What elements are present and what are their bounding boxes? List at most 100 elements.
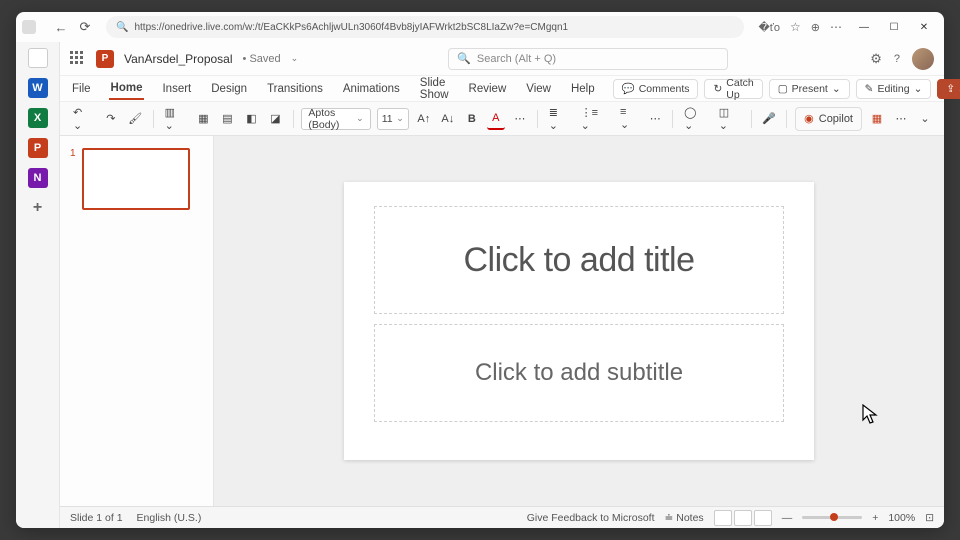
address-bar[interactable]: 🔍 https://onedrive.live.com/w:/t/EaCKkPs… <box>106 16 744 38</box>
collections-icon[interactable]: ⊕ <box>811 21 820 34</box>
copilot-button[interactable]: ◉Copilot <box>795 107 862 131</box>
redo-button[interactable]: ↷ <box>102 108 120 130</box>
font-color-button[interactable]: A <box>487 108 505 130</box>
share-button[interactable]: ⇪ Share ⌄ <box>937 79 960 99</box>
rail-powerpoint-icon[interactable]: P <box>28 138 48 158</box>
editing-button[interactable]: ✎ Editing ⌄ <box>856 79 932 99</box>
undo-button[interactable]: ↶ ⌄ <box>70 108 96 130</box>
shrink-font-icon[interactable]: A↓ <box>439 108 457 130</box>
reuse-button[interactable]: ◧ <box>243 108 261 130</box>
collapse-ribbon-icon[interactable]: ⌄ <box>916 108 934 130</box>
zoom-slider[interactable] <box>802 516 862 519</box>
tab-view[interactable]: View <box>524 79 553 99</box>
app-content: P VanArsdel_Proposal • Saved ⌄ 🔍 Search … <box>60 42 944 528</box>
sorter-view-button[interactable] <box>734 510 752 526</box>
dictate-button[interactable]: 🎤 <box>760 108 779 130</box>
tab-insert[interactable]: Insert <box>160 79 193 99</box>
slide-number: 1 <box>70 148 76 210</box>
search-input[interactable]: 🔍 Search (Alt + Q) <box>448 48 728 70</box>
fit-button[interactable]: ⊡ <box>925 512 934 524</box>
comments-button[interactable]: 💬 Comments <box>613 79 699 99</box>
catchup-button[interactable]: ↻ Catch Up <box>704 79 762 99</box>
title-placeholder[interactable]: Click to add title <box>374 206 784 314</box>
slide[interactable]: Click to add title Click to add subtitle <box>344 182 814 460</box>
rail-word-icon[interactable]: W <box>28 78 48 98</box>
help-icon[interactable]: ? <box>894 53 900 65</box>
new-slide-button[interactable]: ▥ ⌄ <box>162 108 189 130</box>
toolbar-more-icon[interactable]: ⋯ <box>892 108 910 130</box>
section-button[interactable]: ▤ <box>219 108 237 130</box>
tab-file[interactable]: File <box>70 79 93 99</box>
reader-icon[interactable]: �ťo <box>758 21 780 34</box>
zoom-level[interactable]: 100% <box>888 512 915 524</box>
app-window: ← ⟳ 🔍 https://onedrive.live.com/w:/t/EaC… <box>16 12 944 528</box>
rail-home-icon[interactable] <box>28 48 48 68</box>
shapes-button[interactable]: ◯ ⌄ <box>681 108 710 130</box>
rail-onenote-icon[interactable]: N <box>28 168 48 188</box>
numbering-button[interactable]: ⋮≡ ⌄ <box>578 108 611 130</box>
editor-area: 1 Click to add title Click to add subtit… <box>60 136 944 506</box>
header-right: ⚙ ? <box>870 48 934 70</box>
copilot-icon: ◉ <box>804 112 814 125</box>
refresh-icon[interactable]: ⟳ <box>78 20 92 34</box>
language-status[interactable]: English (U.S.) <box>137 512 202 524</box>
thumbnail-pane[interactable]: 1 <box>60 136 214 506</box>
tab-help[interactable]: Help <box>569 79 597 99</box>
align-button[interactable]: ≡ ⌄ <box>617 108 640 130</box>
app-header: P VanArsdel_Proposal • Saved ⌄ 🔍 Search … <box>60 42 944 76</box>
tab-review[interactable]: Review <box>467 79 509 99</box>
arrange-button[interactable]: ◫ ⌄ <box>716 108 743 130</box>
settings-icon[interactable]: ⚙ <box>870 51 882 67</box>
designer-button[interactable]: ▦ <box>868 108 886 130</box>
font-selector[interactable]: Aptos (Body)⌄ <box>301 108 370 130</box>
chevron-down-icon[interactable]: ⌄ <box>291 53 299 64</box>
grow-font-icon[interactable]: A↑ <box>415 108 433 130</box>
notes-button[interactable]: ≐ Notes <box>665 512 704 524</box>
tab-home[interactable]: Home <box>109 78 145 100</box>
mouse-cursor-icon <box>862 404 880 426</box>
subtitle-placeholder[interactable]: Click to add subtitle <box>374 324 784 422</box>
reading-view-button[interactable] <box>754 510 772 526</box>
font-more-icon[interactable]: ⋯ <box>511 108 529 130</box>
format-painter-icon[interactable]: 🖌 <box>126 108 145 130</box>
cameo-button[interactable]: ◪ <box>267 108 285 130</box>
close-button[interactable]: ✕ <box>910 16 938 38</box>
minimize-button[interactable]: — <box>850 16 878 38</box>
slide-canvas[interactable]: Click to add title Click to add subtitle <box>214 136 944 506</box>
layout-button[interactable]: ▦ <box>195 108 213 130</box>
para-more-icon[interactable]: ⋯ <box>646 108 664 130</box>
powerpoint-icon: P <box>96 50 114 68</box>
browser-nav: ← ⟳ <box>54 20 92 34</box>
document-name[interactable]: VanArsdel_Proposal <box>124 52 233 66</box>
bold-button[interactable]: B <box>463 108 481 130</box>
browser-titlebar: ← ⟳ 🔍 https://onedrive.live.com/w:/t/EaC… <box>16 12 944 42</box>
browser-tab-strip <box>22 20 36 34</box>
more-icon[interactable]: ⋯ <box>830 20 842 34</box>
search-placeholder: Search (Alt + Q) <box>477 53 556 65</box>
back-icon[interactable]: ← <box>54 20 68 34</box>
tab-animations[interactable]: Animations <box>341 79 402 99</box>
tab-design[interactable]: Design <box>209 79 249 99</box>
normal-view-button[interactable] <box>714 510 732 526</box>
favorite-icon[interactable]: ☆ <box>790 20 801 34</box>
slide-thumbnail[interactable] <box>82 148 190 210</box>
slide-counter[interactable]: Slide 1 of 1 <box>70 512 123 524</box>
zoom-out-button[interactable]: — <box>782 512 793 524</box>
app-launcher-icon[interactable] <box>70 51 86 67</box>
tab-slideshow[interactable]: Slide Show <box>418 73 451 105</box>
rail-add-icon[interactable]: + <box>28 198 48 218</box>
maximize-button[interactable]: ☐ <box>880 16 908 38</box>
zoom-in-button[interactable]: + <box>872 512 878 524</box>
rail-excel-icon[interactable]: X <box>28 108 48 128</box>
present-button[interactable]: ▢ Present ⌄ <box>769 79 850 99</box>
tab-transitions[interactable]: Transitions <box>265 79 325 99</box>
thumbnail-item[interactable]: 1 <box>70 148 203 210</box>
user-avatar[interactable] <box>912 48 934 70</box>
ribbon-right: 💬 Comments ↻ Catch Up ▢ Present ⌄ ✎ Edit… <box>613 79 960 99</box>
ribbon-tabs: File Home Insert Design Transitions Anim… <box>60 76 944 102</box>
feedback-link[interactable]: Give Feedback to Microsoft <box>527 512 655 524</box>
browser-tab[interactable] <box>22 20 36 34</box>
bullets-button[interactable]: ≣ ⌄ <box>546 108 572 130</box>
search-icon: 🔍 <box>457 52 471 65</box>
font-size-selector[interactable]: 11⌄ <box>377 108 409 130</box>
